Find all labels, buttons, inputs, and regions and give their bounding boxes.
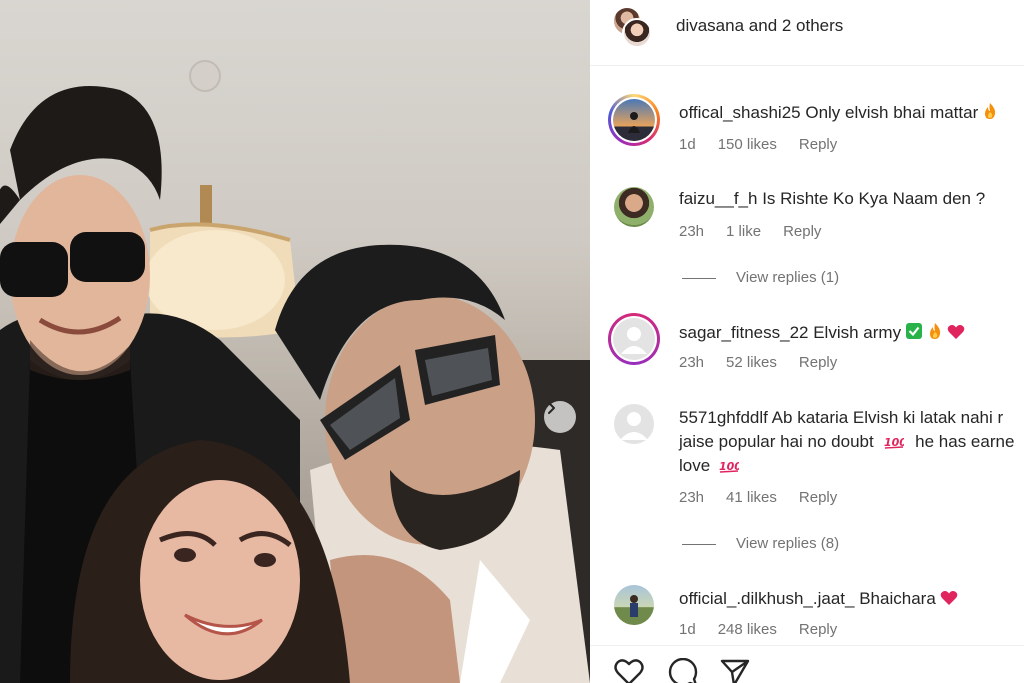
- comment-time: 1d: [679, 136, 696, 153]
- comment-text-line: jaise popular hai no doubt 100 he has ea…: [679, 432, 1014, 454]
- comments-panel: divasana and 2 others offical_shashi25 O…: [590, 0, 1024, 683]
- reply-button[interactable]: Reply: [783, 223, 821, 240]
- comment-meta: 23h 52 likes Reply: [679, 354, 859, 371]
- comment-meta: 1d 150 likes Reply: [679, 136, 859, 153]
- reply-button[interactable]: Reply: [799, 136, 837, 153]
- avatar[interactable]: [614, 585, 654, 625]
- comment-meta: 1d 248 likes Reply: [679, 621, 859, 638]
- comment-likes[interactable]: 150 likes: [718, 136, 777, 153]
- comment-text-cont: he has earne: [915, 432, 1015, 451]
- comment-text: Elvish army: [813, 323, 902, 342]
- author-username[interactable]: divasana: [676, 16, 744, 35]
- hundred-points-emoji-icon: 100: [884, 434, 907, 454]
- replies-divider: [682, 277, 716, 279]
- comment-username[interactable]: 5571ghfddlf: [679, 408, 768, 427]
- comment-time: 23h: [679, 223, 705, 240]
- comment-text-line: faizu__f_h Is Rishte Ko Kya Naam den ?: [679, 189, 985, 209]
- heart-outline-icon: [614, 659, 644, 683]
- comment-username[interactable]: official_.dilkhush_.jaat_: [679, 589, 854, 608]
- view-replies-button[interactable]: View replies (8): [682, 535, 839, 552]
- red-heart-emoji-icon: [940, 590, 958, 611]
- comment-username[interactable]: sagar_fitness_22: [679, 323, 808, 342]
- paper-plane-icon: [720, 659, 750, 683]
- comment-username[interactable]: faizu__f_h: [679, 189, 757, 208]
- reply-button[interactable]: Reply: [799, 489, 837, 506]
- post-authors[interactable]: divasana and 2 others: [676, 16, 843, 36]
- comment-likes[interactable]: 248 likes: [718, 621, 777, 638]
- hundred-points-emoji-icon: 100: [719, 458, 742, 478]
- view-replies-button[interactable]: View replies (1): [682, 269, 839, 286]
- comment-text-line: sagar_fitness_22 Elvish army: [679, 322, 965, 345]
- comment-text-line: love 100: [679, 456, 742, 478]
- fire-emoji-icon: [927, 322, 943, 345]
- avatar[interactable]: [608, 94, 660, 146]
- selfie-photo-illustration: [0, 60, 590, 683]
- comment-text-cont: jaise popular hai no doubt: [679, 432, 874, 451]
- check-mark-emoji-icon: [905, 322, 923, 345]
- comment-meta: 23h 41 likes Reply: [679, 489, 859, 506]
- red-heart-emoji-icon: [947, 324, 965, 345]
- comment-username[interactable]: offical_shashi25: [679, 103, 801, 122]
- comment-time: 1d: [679, 621, 696, 638]
- comment-text-line: official_.dilkhush_.jaat_ Bhaichara: [679, 589, 958, 611]
- avatar: [622, 18, 652, 48]
- authors-rest: and 2 others: [744, 16, 844, 35]
- comment-text-cont: love: [679, 456, 711, 475]
- comment-text: Ab kataria Elvish ki latak nahi r: [771, 408, 1004, 427]
- comment-button[interactable]: [668, 657, 698, 683]
- comment-bubble-icon: [668, 657, 698, 683]
- view-replies-label: View replies (1): [736, 269, 840, 286]
- view-replies-label: View replies (8): [736, 535, 840, 552]
- post-photo: [0, 0, 590, 683]
- chevron-right-icon: [548, 402, 555, 414]
- post-action-bar: [590, 645, 1024, 683]
- comment-meta: 23h 1 like Reply: [679, 223, 843, 240]
- comment-time: 23h: [679, 354, 705, 371]
- replies-divider: [682, 543, 716, 545]
- comment-text-line: offical_shashi25 Only elvish bhai mattar: [679, 102, 998, 125]
- reply-button[interactable]: Reply: [799, 354, 837, 371]
- carousel-next-button[interactable]: [544, 401, 576, 433]
- comment-time: 23h: [679, 489, 705, 506]
- comment-likes[interactable]: 1 like: [726, 223, 761, 240]
- comment-text: Is Rishte Ko Kya Naam den ?: [762, 189, 986, 208]
- comment-likes[interactable]: 52 likes: [726, 354, 777, 371]
- comment-text-line: 5571ghfddlf Ab kataria Elvish ki latak n…: [679, 408, 1003, 428]
- comment-text: Only elvish bhai mattar: [805, 103, 979, 122]
- comment-likes[interactable]: 41 likes: [726, 489, 777, 506]
- avatar[interactable]: [614, 187, 654, 227]
- reply-button[interactable]: Reply: [799, 621, 837, 638]
- like-button[interactable]: [614, 658, 644, 683]
- fire-emoji-icon: [982, 102, 998, 125]
- comment-text: Bhaichara: [859, 589, 936, 608]
- share-button[interactable]: [720, 658, 750, 683]
- post-header: divasana and 2 others: [590, 0, 1024, 66]
- avatar[interactable]: [608, 313, 660, 365]
- avatar[interactable]: [614, 404, 654, 444]
- collab-avatars[interactable]: [612, 6, 658, 50]
